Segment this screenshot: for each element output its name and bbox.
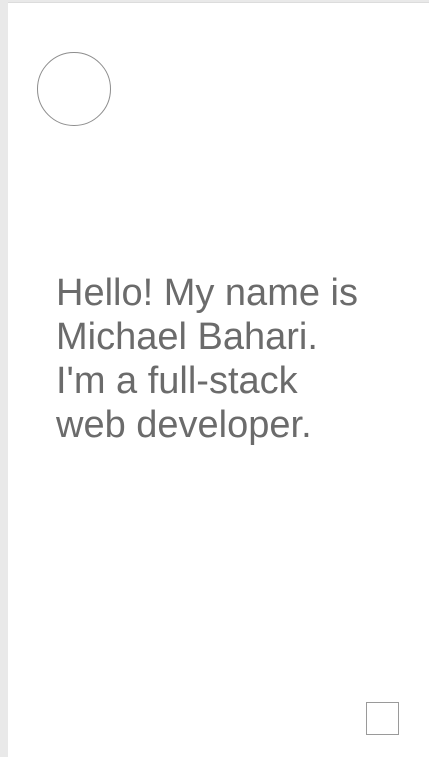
square-outline-icon[interactable]: [366, 702, 399, 735]
intro-line-4: web developer.: [56, 404, 312, 446]
intro-heading: Hello! My name is Michael Bahari. I'm a …: [56, 271, 416, 447]
intro-line-3: I'm a full-stack: [56, 360, 298, 402]
circle-outline-icon: [37, 52, 111, 126]
intro-line-1: Hello! My name is: [56, 272, 358, 314]
intro-line-2: Michael Bahari.: [56, 316, 318, 358]
page-content: Hello! My name is Michael Bahari. I'm a …: [8, 2, 429, 757]
